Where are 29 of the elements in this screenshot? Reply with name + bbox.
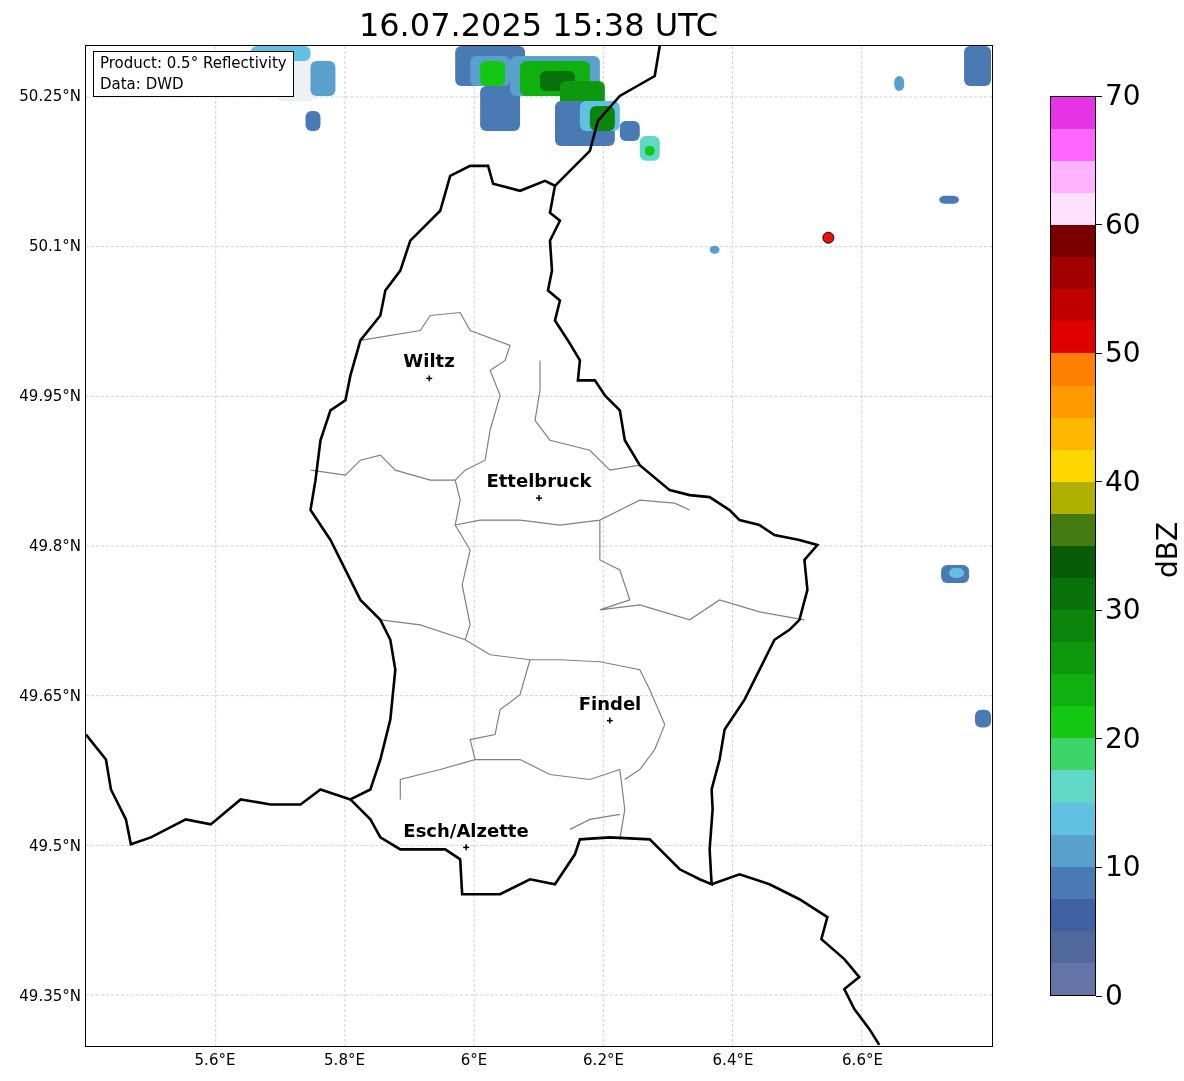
info-text: Product: 0.5° Reflectivity	[100, 53, 287, 74]
colorbar-tick-label: 30	[1105, 596, 1141, 625]
colorbar-tick-label: 40	[1105, 467, 1141, 496]
latitude-label: 50.1°N	[28, 237, 81, 255]
colorbar-tick-label: 20	[1105, 724, 1141, 753]
latitude-label: 49.8°N	[28, 537, 81, 555]
colorbar-label: dBZ	[1153, 521, 1183, 579]
latitude-label: 49.5°N	[28, 837, 81, 855]
city-label: Wiltz	[403, 351, 455, 371]
latitude-label: 50.25°N	[19, 87, 81, 105]
colorbar-tick-label: 60	[1105, 210, 1141, 239]
latitude-label: 49.35°N	[19, 987, 81, 1005]
chart-title: 16.07.2025 15:38 UTC	[358, 5, 719, 45]
latitude-label: 49.65°N	[19, 687, 81, 705]
city-label: Ettelbruck	[486, 471, 592, 491]
colorbar-tick-label: 10	[1105, 853, 1141, 882]
longitude-label: 5.6°E	[194, 1051, 236, 1069]
latitude-label: 49.95°N	[19, 387, 81, 405]
longitude-label: 6.4°E	[712, 1051, 754, 1069]
colorbar-tick-label: 0	[1105, 982, 1123, 1010]
longitude-label: 6.2°E	[583, 1051, 624, 1069]
colorbar-tick-label: 70	[1105, 82, 1141, 110]
city-label: Findel	[578, 694, 642, 714]
longitude-label: 5.8°E	[324, 1051, 365, 1069]
info-text: Data: DWD	[100, 74, 185, 95]
colorbar-tick-label: 50	[1105, 339, 1141, 368]
city-label: Esch/Alzette	[403, 821, 529, 841]
longitude-label: 6.6°E	[842, 1051, 883, 1069]
longitude-label: 6°E	[460, 1051, 488, 1069]
